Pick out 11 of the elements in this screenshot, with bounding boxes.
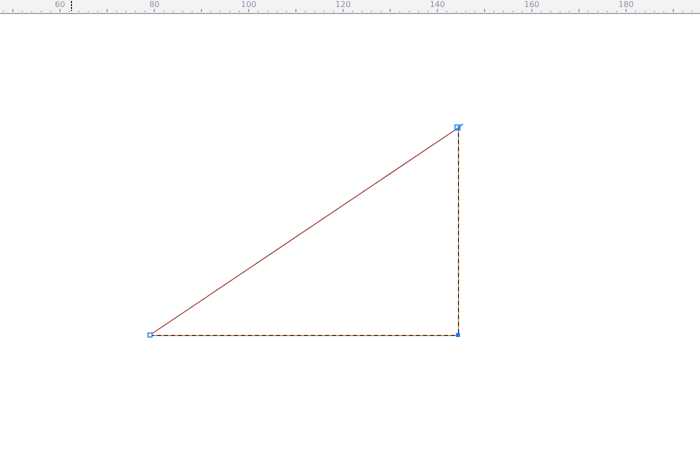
ruler-label: 140 (428, 0, 446, 9)
cursor-position-marker (71, 0, 72, 12)
ruler-label: 100 (240, 0, 258, 9)
ruler-label: 80 (148, 0, 160, 9)
point-handle[interactable] (456, 333, 460, 337)
ruler-label: 180 (617, 0, 635, 9)
ruler-label: 160 (523, 0, 540, 9)
ruler-label: 120 (334, 0, 352, 9)
point-handle[interactable] (148, 332, 152, 338)
ruler-label: 60 (54, 0, 66, 9)
point-handle[interactable] (454, 124, 464, 131)
